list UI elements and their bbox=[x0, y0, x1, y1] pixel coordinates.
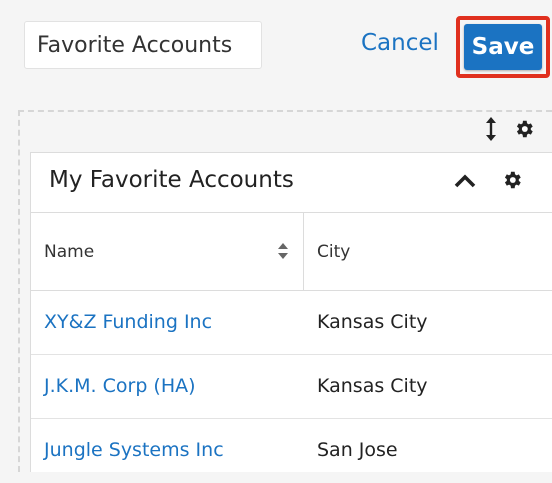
dashlet-my-favorite-accounts: My Favorite Accounts Name City XY&Z Fund… bbox=[30, 152, 552, 472]
dashlet-title: My Favorite Accounts bbox=[49, 167, 294, 193]
account-name-link[interactable]: XY&Z Funding Inc bbox=[44, 311, 212, 333]
table-row: Jungle Systems Inc San Jose bbox=[31, 419, 552, 483]
gear-icon[interactable] bbox=[513, 118, 535, 140]
dashboard-header: Cancel Save bbox=[0, 0, 552, 92]
resize-vertical-icon[interactable] bbox=[484, 116, 498, 142]
table-row: XY&Z Funding Inc Kansas City bbox=[31, 291, 552, 355]
account-name-link[interactable]: Jungle Systems Inc bbox=[44, 439, 224, 461]
sort-icon[interactable] bbox=[277, 241, 289, 261]
account-city: Kansas City bbox=[317, 311, 428, 333]
cancel-button[interactable]: Cancel bbox=[361, 30, 439, 56]
chevron-up-icon[interactable] bbox=[453, 173, 477, 189]
account-city: Kansas City bbox=[317, 375, 428, 397]
table-header: Name City bbox=[31, 212, 552, 291]
column-header-city[interactable]: City bbox=[317, 242, 350, 262]
gear-icon[interactable] bbox=[501, 169, 523, 191]
account-name-link[interactable]: J.K.M. Corp (HA) bbox=[44, 375, 196, 397]
save-button[interactable]: Save bbox=[464, 24, 542, 70]
dashboard-name-input[interactable] bbox=[24, 21, 262, 69]
table-row: J.K.M. Corp (HA) Kansas City bbox=[31, 355, 552, 419]
account-city: San Jose bbox=[317, 439, 398, 461]
column-header-name[interactable]: Name bbox=[44, 242, 94, 262]
column-divider bbox=[303, 213, 304, 291]
